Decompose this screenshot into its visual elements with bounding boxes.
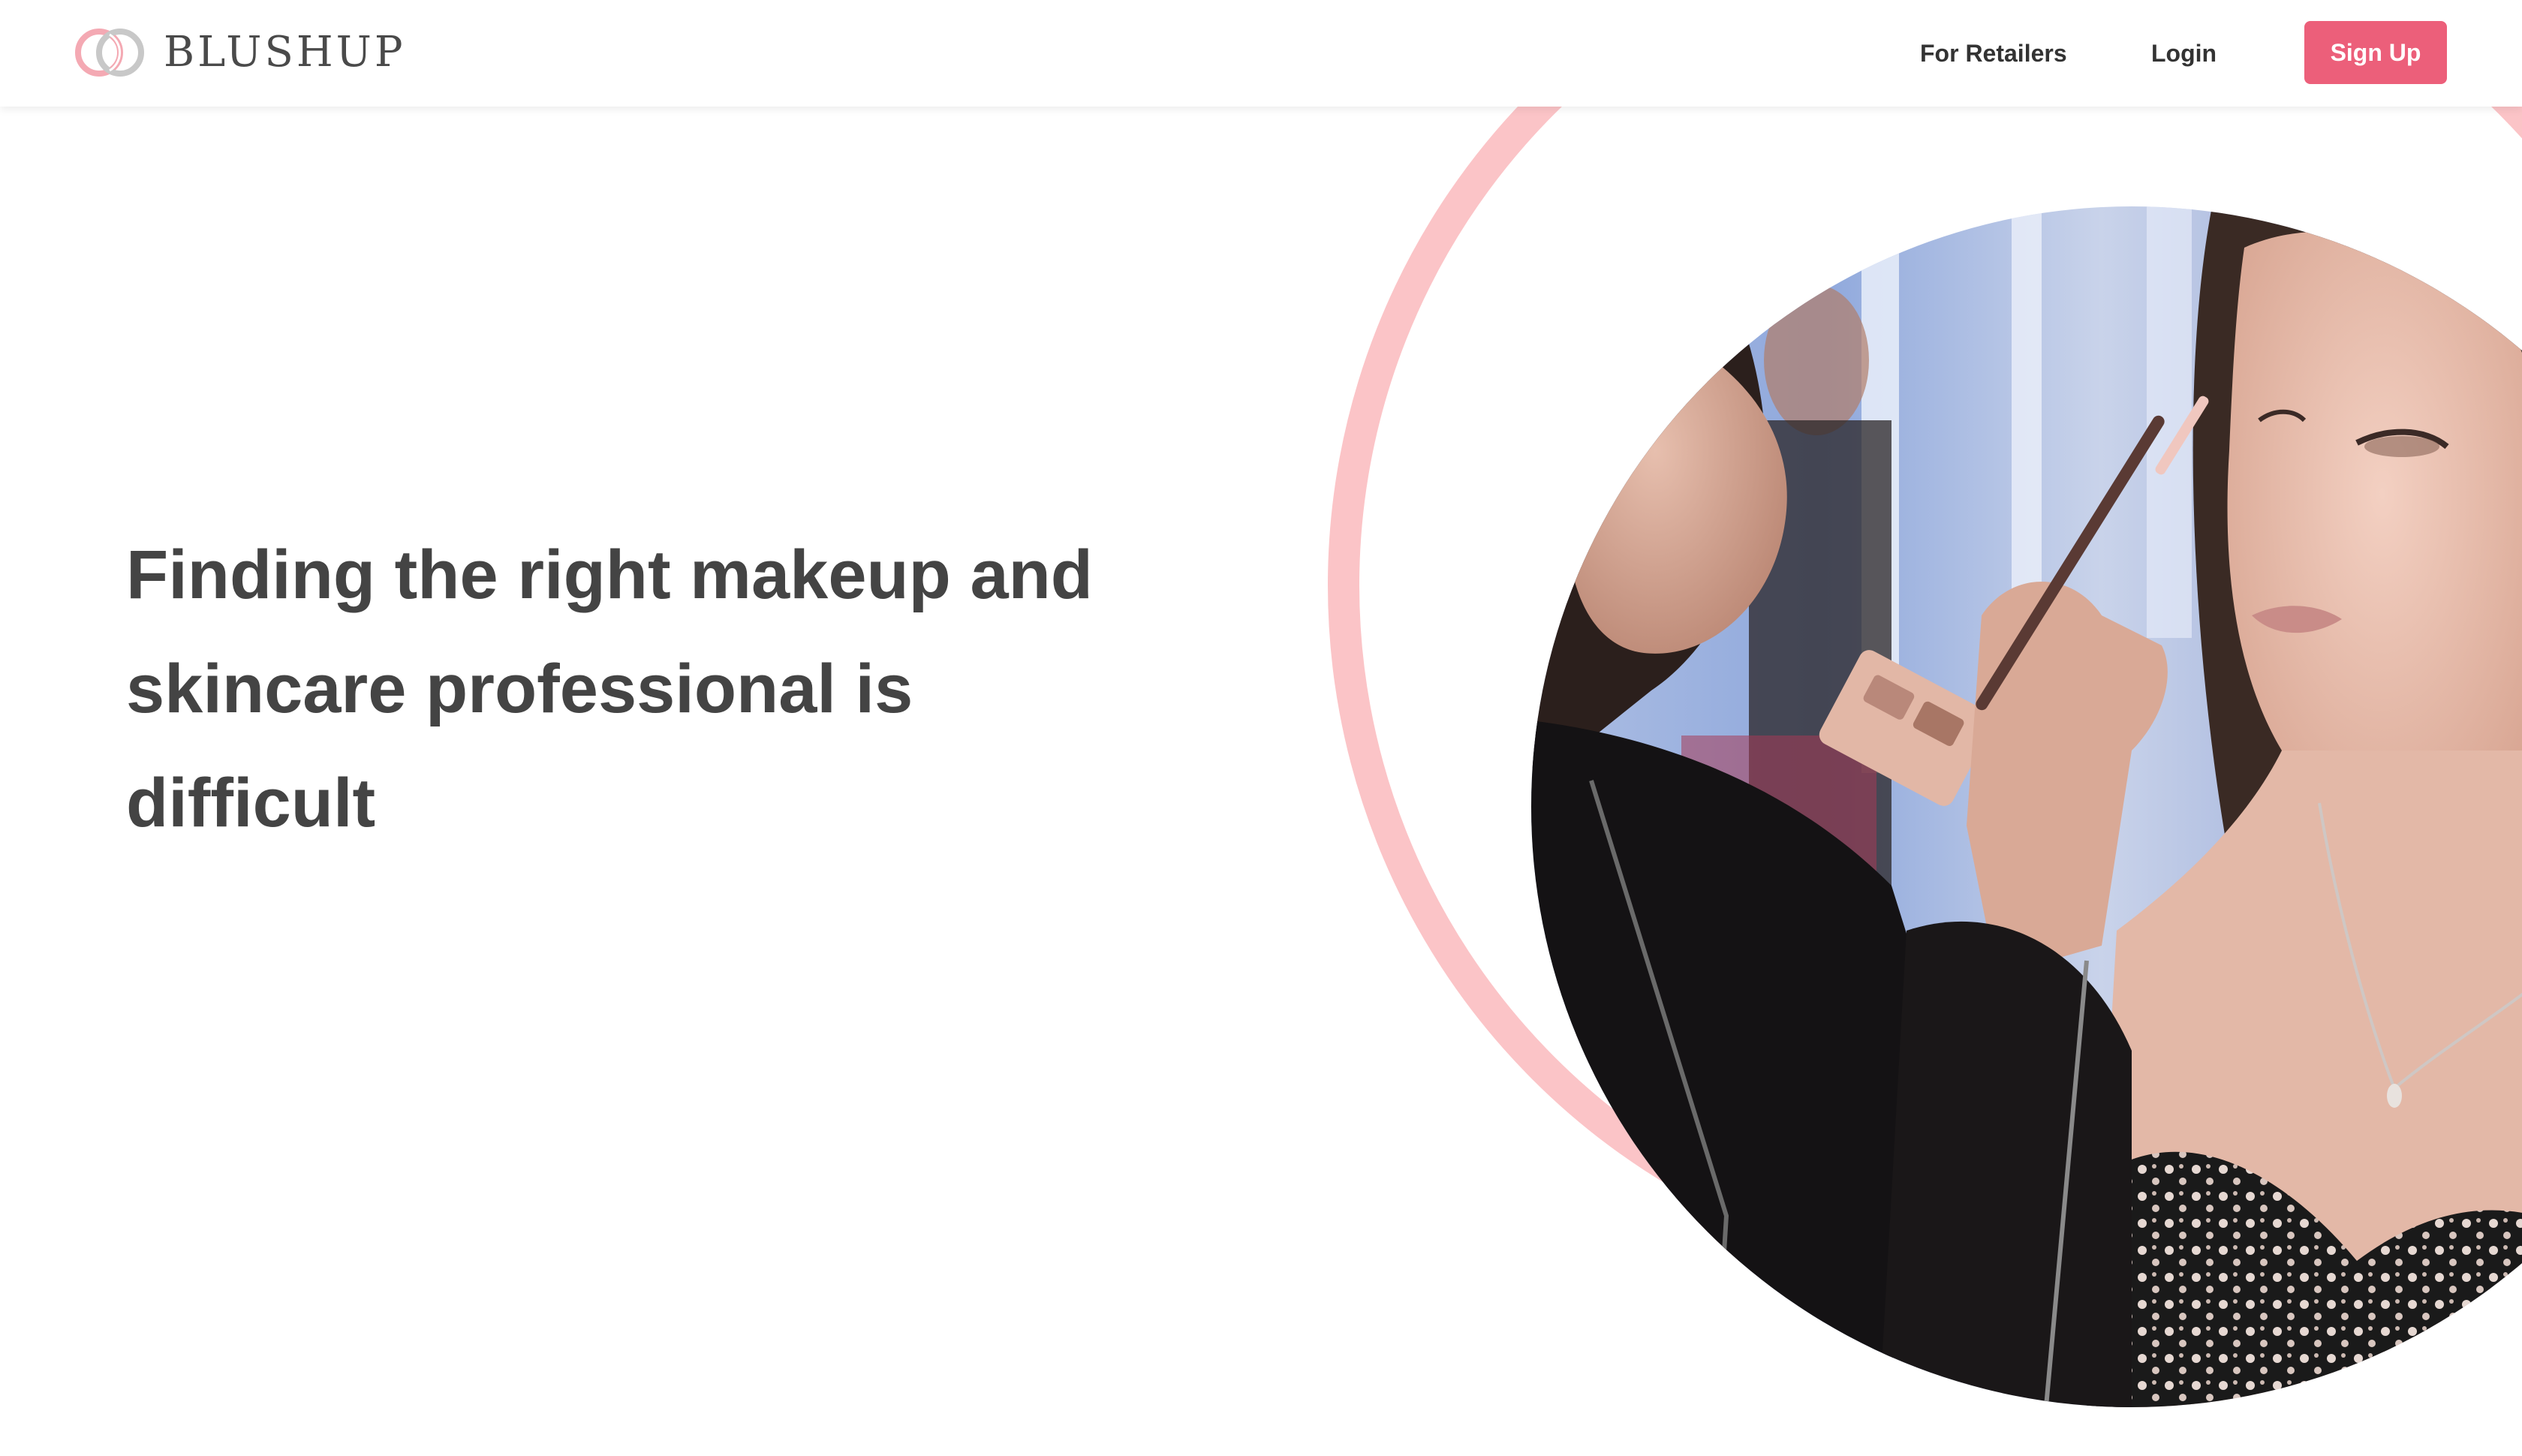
- hero-image: [1328, 0, 2522, 1407]
- makeup-photo: [1531, 206, 2522, 1407]
- nav-link-for-retailers[interactable]: For Retailers: [1920, 30, 2067, 77]
- interlocking-rings-logo-icon: [75, 29, 144, 77]
- top-navbar: BLUSHUP For Retailers Login Sign Up: [0, 0, 2522, 107]
- sign-up-button[interactable]: Sign Up: [2304, 21, 2447, 84]
- nav-link-login[interactable]: Login: [2151, 30, 2217, 77]
- brand-name: BLUSHUP: [164, 28, 406, 77]
- brand-logo[interactable]: BLUSHUP: [74, 24, 406, 81]
